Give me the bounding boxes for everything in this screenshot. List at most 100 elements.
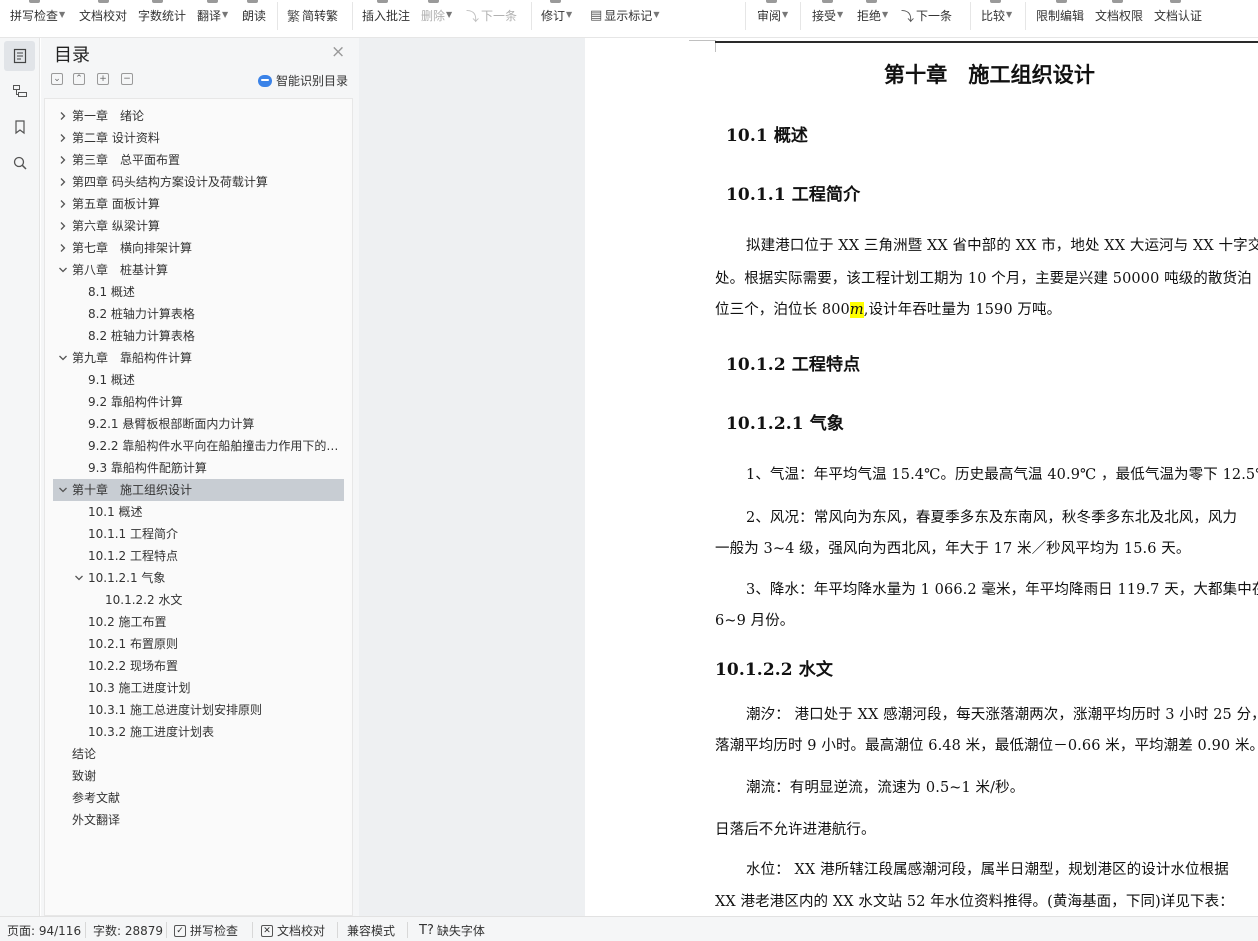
toc-item[interactable]: 10.3 施工进度计划 (88, 677, 343, 699)
chevron-down-icon[interactable] (58, 485, 68, 495)
chevron-down-icon[interactable] (58, 353, 68, 363)
toc-item[interactable]: 10.3.1 施工总进度计划安排原则 (88, 699, 343, 721)
add-heading-icon[interactable]: + (97, 73, 109, 85)
toc-item[interactable]: 10.2 施工布置 (88, 611, 343, 633)
toc-item[interactable]: 10.1.2 工程特点 (88, 545, 343, 567)
remove-heading-icon[interactable]: − (121, 73, 133, 85)
toc-item[interactable]: 10.3.2 施工进度计划表 (88, 721, 343, 743)
toc-item[interactable]: 第八章 桩基计算 (72, 259, 343, 281)
toc-item[interactable]: 8.1 概述 (88, 281, 343, 303)
paragraph-line: 一般为 3~4 级，强风向为西北风，年大于 17 米／秒风平均为 15.6 天。 (715, 541, 1191, 557)
toc-item[interactable]: 第七章 横向排架计算 (72, 237, 343, 259)
missing-font-label: 缺失字体 (436, 924, 485, 938)
status-divider (252, 922, 253, 938)
proofread-button[interactable]: 文档校对 (79, 3, 127, 27)
toc-item[interactable]: 第二章 设计资料 (72, 127, 343, 149)
chevron-down-icon: ▼ (1006, 9, 1013, 19)
toc-item[interactable]: 外文翻译 (72, 809, 343, 831)
toc-panel: 目录 × ⌄ ⌃ + − 智能识别目录 第一章 绪论 第二章 设计资料 第三章 总平… (41, 38, 359, 916)
paragraph-line: 潮汐： 港口处于 XX 感潮河段，每天涨落潮两次，涨潮平均历时 3 小时 25 … (746, 707, 1258, 723)
restrict-edit-button[interactable]: 限制编辑 (1036, 3, 1084, 27)
accept-button[interactable]: 接受 ▼ (812, 3, 843, 27)
toc-item[interactable]: 第六章 纵梁计算 (72, 215, 343, 237)
bookmark-icon[interactable] (4, 112, 35, 142)
chevron-right-icon[interactable] (58, 199, 68, 209)
paragraph-line: 落潮平均历时 9 小时。最高潮位 6.48 米，最低潮位－0.66 米，平均潮差… (715, 738, 1258, 754)
compat-mode[interactable]: 兼容模式 (347, 922, 395, 939)
compare-button[interactable]: 比较 ▼ (981, 3, 1012, 27)
restrict-edit-label: 限制编辑 (1036, 8, 1085, 23)
next-comment-button[interactable]: ⤵ 下一条 (466, 3, 517, 27)
chevron-right-icon[interactable] (58, 221, 68, 231)
chevron-right-icon[interactable] (58, 155, 68, 165)
document-page[interactable]: 第十章 施工组织设计 10.1 概述 10.1.1 工程简介 拟建港口位于 XX… (585, 38, 1258, 916)
doc-certify-button[interactable]: 文档认证 (1154, 3, 1202, 27)
toc-item[interactable]: 第十章 施工组织设计 (72, 479, 343, 501)
toc-item[interactable]: 9.1 概述 (88, 369, 343, 391)
proofread-icon: ✕ (261, 924, 273, 937)
toc-item[interactable]: 10.1.2.1 气象 (88, 567, 343, 589)
toc-item[interactable]: 9.2 靠船构件计算 (88, 391, 343, 413)
revise-button[interactable]: 修订 ▼ (541, 3, 572, 27)
toc-item[interactable]: 第三章 总平面布置 (72, 149, 343, 171)
chevron-down-icon[interactable] (58, 265, 68, 275)
smart-toc-button[interactable]: 智能识别目录 (258, 72, 348, 89)
paragraph-line: XX 港老港区内的 XX 水文站 52 年水位资料推得。(黄海基面，下同)详见下… (715, 894, 1234, 910)
chevron-right-icon[interactable] (58, 177, 68, 187)
review-button[interactable]: 审阅 ▼ (757, 3, 788, 27)
paragraph-line: 潮流：有明显逆流，流速为 0.5~1 米/秒。 (746, 780, 1025, 796)
toc-item[interactable]: 10.1 概述 (88, 501, 343, 523)
word-count[interactable]: 字数: 28879 (93, 922, 163, 939)
readaloud-button[interactable]: 朗读 (242, 3, 266, 27)
toolbar-divider (745, 2, 746, 30)
nav-icon-rail (0, 38, 40, 916)
toolbar-divider (277, 2, 278, 30)
translate-button[interactable]: 翻译 ▼ (197, 3, 228, 27)
next-change-button[interactable]: ⤵ 下一条 (901, 3, 952, 27)
toc-item[interactable]: 8.2 桩轴力计算表格 (88, 303, 343, 325)
chevron-right-icon[interactable] (58, 243, 68, 253)
doc-permission-button[interactable]: 文档权限 (1095, 3, 1143, 27)
expand-up-icon[interactable]: ⌃ (73, 73, 85, 85)
simp-trad-button[interactable]: 繁简转繁 (287, 3, 338, 27)
toc-item[interactable]: 第一章 绪论 (72, 105, 343, 127)
collapse-all-icon[interactable]: ⌄ (51, 73, 63, 85)
toc-item[interactable]: 10.2.1 布置原则 (88, 633, 343, 655)
chevron-right-icon[interactable] (58, 111, 68, 121)
chevron-down-icon: ▼ (882, 9, 889, 19)
missing-font[interactable]: T? 缺失字体 (419, 922, 485, 939)
spellcheck-button[interactable]: 拼写检查 ▼ (10, 3, 65, 27)
toc-item[interactable]: 第九章 靠船构件计算 (72, 347, 343, 369)
toc-item[interactable]: 结论 (72, 743, 343, 765)
toc-item[interactable]: 9.2.1 悬臂板根部断面内力计算 (88, 413, 343, 435)
show-marks-label: 显示标记 (604, 8, 653, 23)
wordcount-button[interactable]: 字数统计 (138, 3, 186, 27)
toc-item[interactable]: 8.2 桩轴力计算表格 (88, 325, 343, 347)
toc-item[interactable]: 参考文献 (72, 787, 343, 809)
toc-item[interactable]: 10.2.2 现场布置 (88, 655, 343, 677)
chevron-down-icon: ▼ (59, 9, 66, 19)
close-icon[interactable]: × (331, 43, 345, 61)
show-marks-button[interactable]: ▤ 显示标记 ▼ (590, 3, 659, 27)
toc-item[interactable]: 第四章 码头结构方案设计及荷载计算 (72, 171, 343, 193)
insert-comment-button[interactable]: 插入批注 (362, 3, 410, 27)
toc-item[interactable]: 9.3 靠船构件配筋计算 (88, 457, 343, 479)
toc-item[interactable]: 致谢 (72, 765, 343, 787)
toc-item[interactable]: 第五章 面板计算 (72, 193, 343, 215)
toc-item[interactable]: 9.2.2 靠船构件水平向在船舶撞击力作用下的内力计算 (88, 435, 343, 457)
toc-item[interactable]: 10.1.1 工程简介 (88, 523, 343, 545)
status-spellcheck[interactable]: ✓ 拼写检查 (174, 922, 238, 939)
structure-icon[interactable] (4, 76, 35, 106)
chevron-right-icon[interactable] (58, 133, 68, 143)
delete-comment-button[interactable]: 删除 ▼ (421, 3, 452, 27)
paragraph-line: 水位： XX 港所辖江段属感潮河段，属半日潮型，规划港区的设计水位根据 (746, 862, 1229, 878)
reject-button[interactable]: 拒绝 ▼ (857, 3, 888, 27)
chevron-down-icon: ▼ (782, 9, 789, 19)
chevron-down-icon[interactable] (74, 573, 84, 583)
toolbar-divider (800, 2, 801, 30)
status-proofread[interactable]: ✕ 文档校对 (261, 922, 325, 939)
search-icon[interactable] (4, 148, 35, 178)
toc-panel-icon[interactable] (4, 41, 35, 71)
toc-item[interactable]: 10.1.2.2 水文 (105, 589, 343, 611)
page-indicator[interactable]: 页面: 94/116 (7, 922, 81, 939)
